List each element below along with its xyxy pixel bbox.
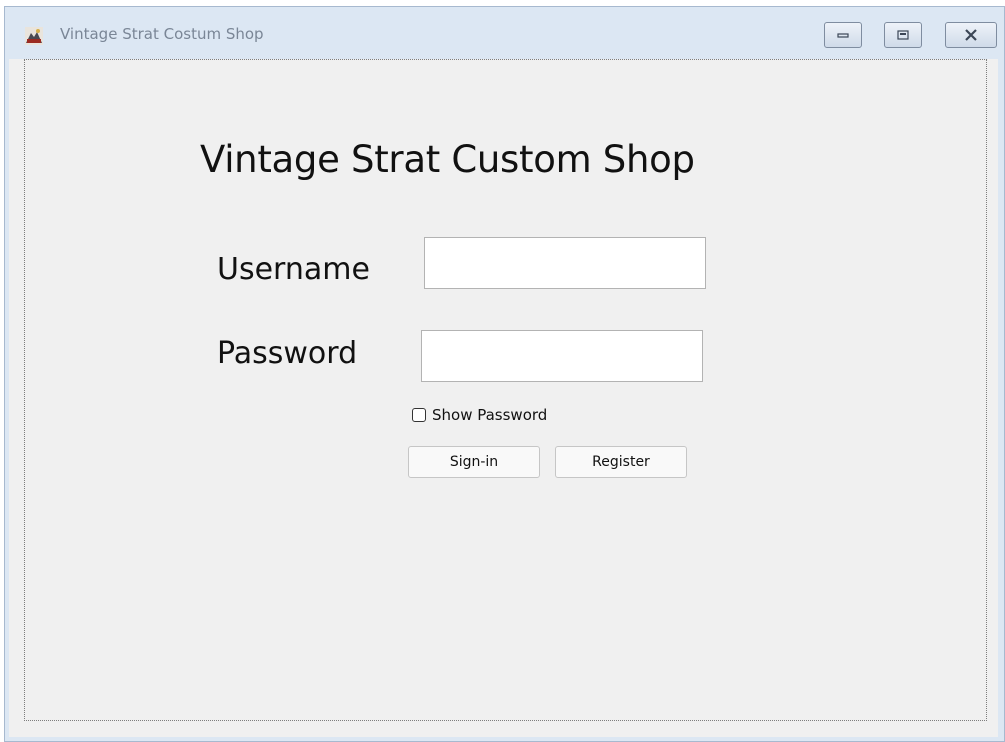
show-password-checkbox[interactable]	[412, 408, 426, 422]
maximize-button[interactable]	[884, 22, 922, 48]
app-icon[interactable]	[25, 27, 43, 45]
username-label: Username	[217, 252, 370, 287]
password-label: Password	[217, 336, 358, 371]
close-button[interactable]	[945, 22, 997, 48]
username-field[interactable]	[424, 237, 706, 289]
title-bar[interactable]: Vintage Strat Costum Shop	[5, 7, 1004, 61]
password-field[interactable]	[421, 330, 703, 382]
minimize-icon	[837, 33, 849, 38]
window-title: Vintage Strat Costum Shop	[60, 25, 264, 43]
register-button[interactable]: Register	[555, 446, 687, 478]
sign-in-button[interactable]: Sign-in	[408, 446, 540, 478]
show-password-toggle[interactable]: Show Password	[412, 405, 547, 425]
maximize-icon	[897, 30, 909, 40]
page-title: Vintage Strat Custom Shop	[200, 138, 695, 181]
close-icon	[965, 29, 977, 41]
show-password-label[interactable]: Show Password	[432, 406, 547, 424]
minimize-button[interactable]	[824, 22, 862, 48]
